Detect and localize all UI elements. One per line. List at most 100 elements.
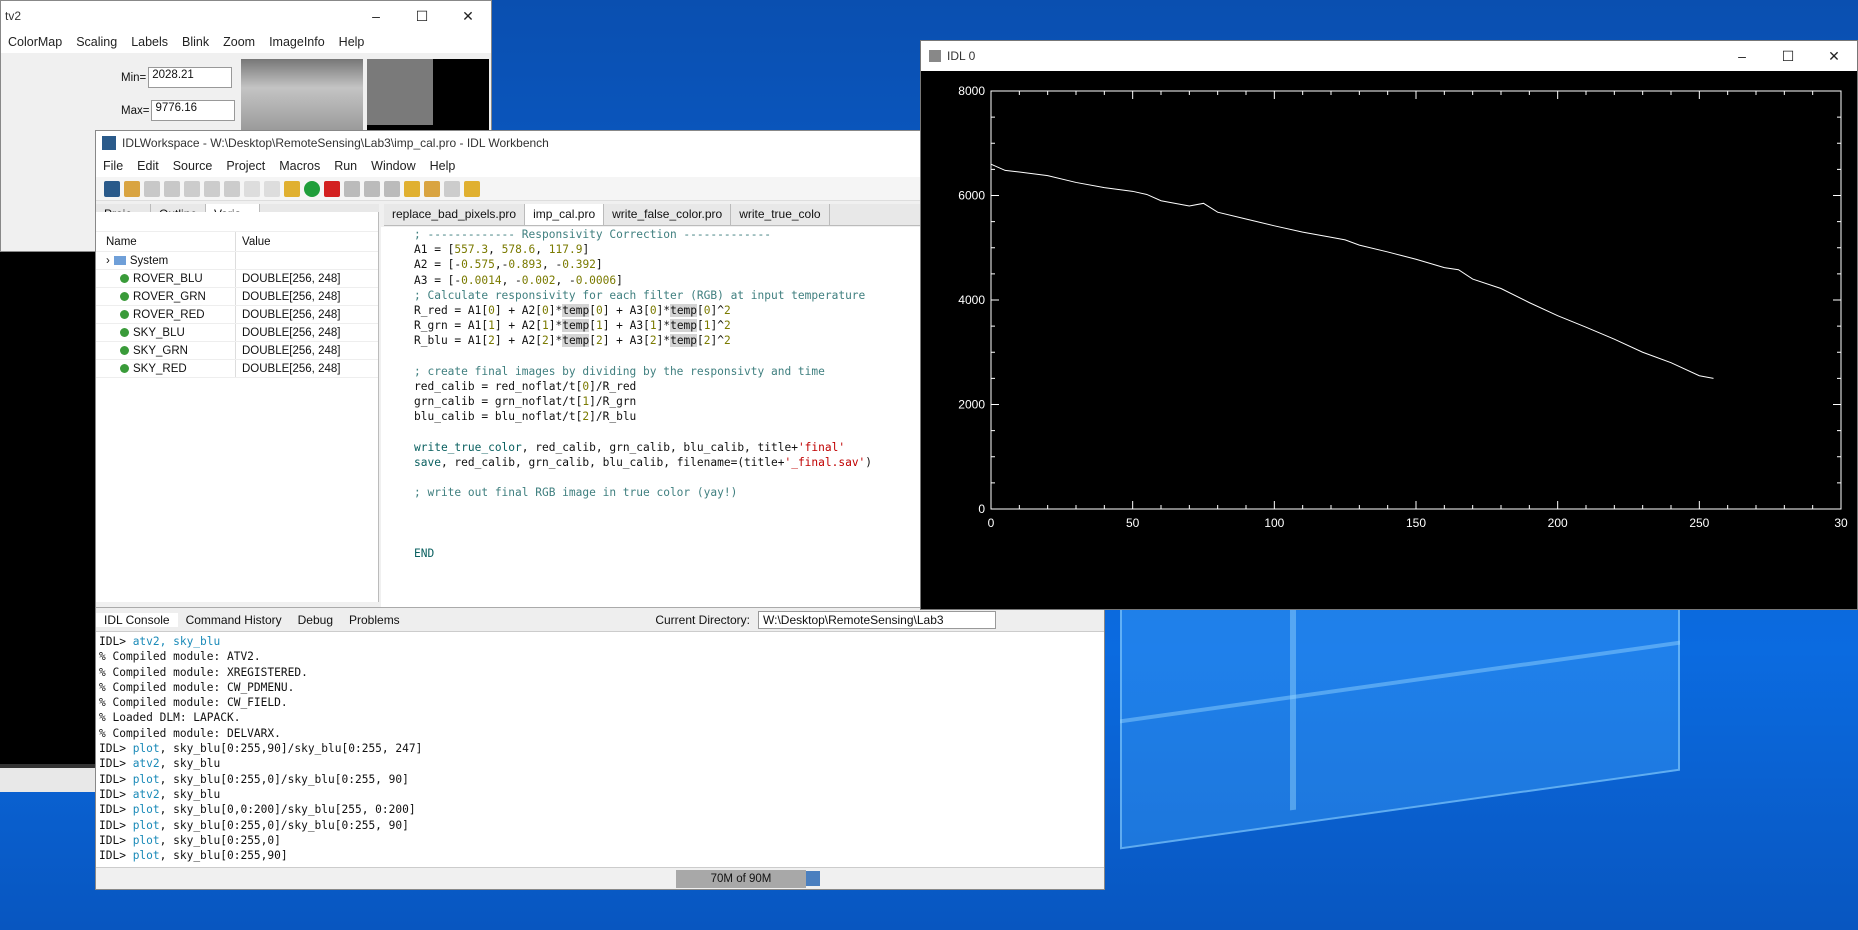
maximize-icon[interactable]: ☐ xyxy=(1765,48,1811,65)
console-command: plot xyxy=(132,803,160,817)
reset-icon[interactable] xyxy=(404,180,420,197)
variable-name: ROVER_GRN xyxy=(133,290,206,303)
atv-titlebar: tv2 – ☐ ✕ xyxy=(1,1,491,31)
save-all-icon[interactable] xyxy=(164,180,180,197)
console-command: % Compiled module: ATV2. xyxy=(99,650,261,664)
console-args: , sky_blu[0,0:200]/sky_blu[255, 0:200] xyxy=(159,803,416,817)
variable-name: SKY_RED xyxy=(133,362,187,375)
console-command: atv2 xyxy=(132,757,160,771)
back-icon[interactable] xyxy=(424,180,440,197)
compile-icon[interactable] xyxy=(284,180,300,197)
max-label: Max= xyxy=(121,104,150,117)
menu-run[interactable]: Run xyxy=(327,159,364,173)
menu-file[interactable]: File xyxy=(96,159,130,173)
search-icon[interactable] xyxy=(464,180,480,197)
console-line: % Compiled module: XREGISTERED. xyxy=(96,665,1104,680)
console-prompt: IDL> xyxy=(99,803,133,817)
step-return-icon[interactable] xyxy=(384,180,400,197)
system-row[interactable]: › System xyxy=(96,252,378,270)
console-line: % Compiled module: DELVARX. xyxy=(96,726,1104,741)
console-line: IDL> plot, sky_blu[0:255,90] xyxy=(96,848,1104,862)
minimize-icon[interactable]: – xyxy=(353,8,399,25)
tab-debug[interactable]: Debug xyxy=(290,613,341,627)
console-prompt: IDL> xyxy=(99,772,133,786)
console-command: % Compiled module: CW_PDMENU. xyxy=(99,680,295,694)
chevron-right-icon[interactable]: › xyxy=(106,255,110,267)
pan-image[interactable] xyxy=(241,59,363,131)
console-args: , sky_blu[0:255,0]/sky_blu[0:255, 90] xyxy=(159,772,409,786)
table-row[interactable]: ROVER_RED DOUBLE[256, 248] xyxy=(96,306,378,324)
tab-imp-cal[interactable]: imp_cal.pro xyxy=(525,204,605,225)
cut-icon[interactable] xyxy=(184,180,200,197)
console-prompt: IDL> xyxy=(99,635,133,648)
menu-help[interactable]: Help xyxy=(423,159,463,173)
menu-project[interactable]: Project xyxy=(219,159,272,173)
atv-menu-labels[interactable]: Labels xyxy=(124,35,175,49)
atv-menu-help[interactable]: Help xyxy=(332,35,372,49)
console-output[interactable]: IDL> atv2 , sky_blu % Compiled module: ATV… xyxy=(96,632,1104,862)
tab-replace-bad-pixels[interactable]: replace_bad_pixels.pro xyxy=(384,204,526,225)
console-line: % Compiled module: ATV2. xyxy=(96,649,1104,664)
open-icon[interactable] xyxy=(124,180,140,197)
minimize-icon[interactable]: – xyxy=(1719,48,1765,65)
name-column-header[interactable]: Name xyxy=(96,232,236,251)
plot-window-title: IDL 0 xyxy=(947,49,976,63)
console-line: % Compiled module: CW_FIELD. xyxy=(96,695,1104,710)
atv-scrollbar[interactable] xyxy=(0,764,96,792)
atv-menu-imageinfo[interactable]: ImageInfo xyxy=(262,35,332,49)
plot-canvas[interactable]: 0 50 100 150 200 250 3002000400060008000 xyxy=(921,71,1858,610)
value-column-header[interactable]: Value xyxy=(236,236,271,248)
trash-icon[interactable] xyxy=(806,871,820,886)
menu-edit[interactable]: Edit xyxy=(130,159,166,173)
min-field[interactable]: 2028.21 xyxy=(148,67,233,88)
console-line: % Compiled module: CW_PDMENU. xyxy=(96,680,1104,695)
atv-menu-scaling[interactable]: Scaling xyxy=(69,35,124,49)
close-icon[interactable]: ✕ xyxy=(1811,48,1857,65)
new-icon[interactable] xyxy=(104,180,120,197)
table-row[interactable]: ROVER_GRN DOUBLE[256, 248] xyxy=(96,288,378,306)
table-row[interactable]: SKY_RED DOUBLE[256, 248] xyxy=(96,360,378,378)
tab-command-history[interactable]: Command History xyxy=(178,613,290,627)
menu-window[interactable]: Window xyxy=(364,159,422,173)
console-command: plot xyxy=(132,849,160,862)
tab-write-true-color[interactable]: write_true_colo xyxy=(731,204,830,225)
stop-icon[interactable] xyxy=(324,180,340,197)
step-into-icon[interactable] xyxy=(344,180,360,197)
run-icon[interactable] xyxy=(304,180,320,197)
tab-problems[interactable]: Problems xyxy=(341,613,408,627)
menu-macros[interactable]: Macros xyxy=(272,159,327,173)
console-line: IDL> plot, sky_blu[0:255,0]/sky_blu[0:25… xyxy=(96,818,1104,833)
atv-menu-zoom[interactable]: Zoom xyxy=(216,35,262,49)
console-command: plot xyxy=(132,818,160,832)
save-icon[interactable] xyxy=(144,180,160,197)
tab-write-false-color[interactable]: write_false_color.pro xyxy=(604,204,732,225)
current-dir-select[interactable]: W:\Desktop\RemoteSensing\Lab3 xyxy=(758,610,996,629)
maximize-icon[interactable]: ☐ xyxy=(399,8,445,25)
atv-menu-colormap[interactable]: ColorMap xyxy=(1,35,69,49)
zoom-image[interactable] xyxy=(367,59,489,131)
atv-menu-blink[interactable]: Blink xyxy=(175,35,216,49)
close-icon[interactable]: ✕ xyxy=(445,8,491,25)
x-tick-label: 0 xyxy=(988,516,995,530)
menu-source[interactable]: Source xyxy=(166,159,220,173)
console-command: % Compiled module: DELVARX. xyxy=(99,726,281,740)
tab-idl-console[interactable]: IDL Console xyxy=(96,612,178,627)
table-row[interactable]: ROVER_BLU DOUBLE[256, 248] xyxy=(96,270,378,288)
plot-frame xyxy=(990,90,1842,510)
max-field[interactable]: 9776.16 xyxy=(151,100,236,121)
table-row[interactable]: SKY_BLU DOUBLE[256, 248] xyxy=(96,324,378,342)
copy-icon[interactable] xyxy=(204,180,220,197)
step-over-icon[interactable] xyxy=(364,180,380,197)
console-args: , sky_blu xyxy=(159,787,221,801)
undo-icon[interactable] xyxy=(244,180,260,197)
console-command: plot xyxy=(132,833,160,847)
paste-icon[interactable] xyxy=(224,180,240,197)
variable-value: DOUBLE[256, 248] xyxy=(242,362,341,375)
atv-display[interactable] xyxy=(0,252,96,792)
table-row[interactable]: SKY_GRN DOUBLE[256, 248] xyxy=(96,342,378,360)
forward-icon[interactable] xyxy=(444,180,460,197)
redo-icon[interactable] xyxy=(264,180,280,197)
x-tick-label: 150 xyxy=(1406,516,1426,530)
console-prompt: IDL> xyxy=(99,787,133,801)
console-args: , sky_blu[0:255,0]/sky_blu[0:255, 90] xyxy=(159,818,409,832)
